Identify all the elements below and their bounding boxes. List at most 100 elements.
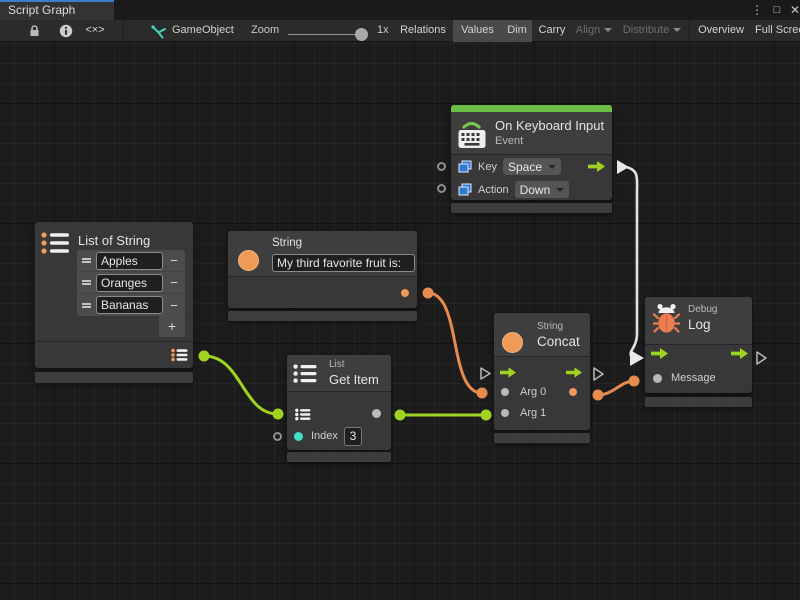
overview-button[interactable]: Overview — [691, 20, 751, 42]
message-port-label: Message — [671, 372, 716, 384]
event-accent-bar — [451, 105, 612, 112]
key-value-dropdown[interactable]: Space — [503, 158, 561, 175]
dropdown-variable-icon — [458, 183, 472, 196]
string-value-field[interactable]: My third favorite fruit is: — [272, 254, 415, 272]
relations-button[interactable]: Relations — [393, 20, 453, 42]
node-title: List of String — [78, 233, 150, 248]
list-items-panel: Apples − Oranges − Bananas − — [77, 250, 185, 316]
list-icon — [41, 231, 71, 256]
toolbar-separator — [123, 20, 124, 42]
node-footer — [35, 372, 193, 383]
control-output-port[interactable] — [566, 367, 582, 378]
index-port-label: Index — [311, 430, 338, 442]
title-bar: Script Graph ⋮ □ ✕ — [0, 0, 800, 20]
node-category: List — [329, 359, 345, 370]
control-input-port[interactable] — [500, 367, 516, 378]
node-category: String — [537, 321, 563, 332]
drag-handle-icon[interactable] — [77, 258, 96, 263]
carry-button[interactable]: Carry — [532, 20, 572, 42]
distribute-dropdown[interactable]: Distribute — [616, 20, 688, 42]
chevron-down-icon — [673, 28, 681, 32]
node-header: List Get Item — [287, 355, 391, 392]
string-output-port[interactable] — [401, 289, 409, 297]
node-title: Concat — [537, 334, 580, 349]
item-output-port[interactable] — [372, 409, 381, 418]
control-input-port[interactable] — [651, 348, 668, 359]
drag-handle-icon[interactable] — [77, 280, 96, 285]
info-icon — [54, 24, 78, 38]
keyboard-icon — [456, 117, 488, 151]
index-value-field[interactable]: 3 — [344, 427, 362, 446]
lock-button[interactable] — [22, 20, 46, 42]
node-divider — [35, 341, 193, 342]
list-item-field[interactable]: Apples — [96, 252, 163, 270]
node-title: Get Item — [329, 372, 379, 387]
node-string-literal[interactable]: String My third favorite fruit is: — [228, 231, 417, 308]
arg0-port-label: Arg 0 — [520, 386, 546, 398]
node-string-concat[interactable]: String Concat Arg 0 Arg 1 — [494, 313, 590, 430]
dropdown-variable-icon — [458, 160, 472, 173]
values-button[interactable]: Values — [453, 20, 502, 42]
window-maximize-icon[interactable]: □ — [768, 0, 786, 20]
list-input-port[interactable] — [295, 408, 311, 421]
index-input-port[interactable] — [294, 432, 303, 441]
bug-icon — [653, 303, 680, 335]
key-input-port[interactable] — [437, 162, 446, 171]
zoom-value: 1x — [377, 20, 389, 42]
window-close-icon[interactable]: ✕ — [786, 0, 800, 20]
node-title: On Keyboard Input — [495, 118, 604, 133]
arg0-input-port[interactable] — [501, 388, 509, 396]
arg1-input-port[interactable] — [501, 409, 509, 417]
window-menu-icon[interactable]: ⋮ — [748, 0, 766, 20]
list-item-field[interactable]: Oranges — [96, 274, 163, 292]
dim-button[interactable]: Dim — [502, 20, 532, 42]
list-icon — [293, 363, 318, 385]
zoom-slider-handle[interactable] — [355, 28, 368, 41]
node-footer — [228, 311, 417, 321]
node-debug-log[interactable]: Debug Log Message — [645, 297, 752, 393]
node-get-item[interactable]: List Get Item Index 3 — [287, 355, 391, 450]
chevron-down-icon — [604, 28, 612, 32]
action-input-port[interactable] — [437, 184, 446, 193]
list-item-field[interactable]: Bananas — [96, 296, 163, 314]
message-input-port[interactable] — [653, 374, 662, 383]
remove-item-button[interactable]: − — [163, 275, 185, 290]
node-on-keyboard-input[interactable]: On Keyboard Input Event Key Space — [451, 105, 612, 200]
chevron-down-icon — [556, 188, 564, 192]
node-subtitle: Event — [495, 135, 523, 147]
index-wire-port[interactable] — [273, 432, 282, 441]
result-output-port[interactable] — [569, 388, 577, 396]
node-title: String — [272, 237, 302, 249]
zoom-label: Zoom — [251, 20, 279, 42]
tab-script-graph[interactable]: Script Graph — [0, 0, 114, 20]
list-item-row: Bananas − — [77, 294, 185, 316]
zoom-slider-track[interactable] — [288, 34, 360, 35]
action-value-dropdown[interactable]: Down — [515, 181, 570, 198]
edit-source-button[interactable]: <×> — [81, 20, 109, 42]
drag-handle-icon[interactable] — [77, 303, 96, 308]
remove-item-button[interactable]: − — [163, 298, 185, 313]
node-header: On Keyboard Input Event — [451, 112, 612, 155]
list-item-row: Oranges − — [77, 272, 185, 294]
node-footer — [494, 433, 590, 443]
control-output-port[interactable] — [731, 348, 748, 359]
node-header: String Concat — [494, 313, 590, 357]
gameobject-icon — [150, 20, 168, 42]
align-dropdown[interactable]: Align — [572, 20, 616, 42]
fullscreen-button[interactable]: Full Screen — [751, 20, 800, 42]
arg1-port-label: Arg 1 — [520, 407, 546, 419]
string-type-icon — [502, 332, 523, 353]
remove-item-button[interactable]: − — [163, 253, 185, 268]
node-list-of-string[interactable]: List of String Apples − Oranges − Banana… — [35, 222, 193, 368]
toolbar-separator — [689, 20, 690, 42]
script-graph-window: Script Graph ⋮ □ ✕ <×> — [0, 0, 800, 600]
node-title: Log — [688, 317, 711, 332]
action-port-label: Action — [478, 184, 509, 196]
control-output-port[interactable] — [588, 161, 605, 172]
list-output-port[interactable] — [171, 348, 188, 362]
gameobject-button[interactable]: GameObject — [172, 20, 234, 42]
graph-toolbar: <×> GameObject Zoom 1x Relations Values … — [0, 20, 800, 42]
node-category: Debug — [688, 304, 717, 315]
add-item-button[interactable]: + — [159, 316, 185, 337]
info-button[interactable] — [54, 20, 78, 42]
